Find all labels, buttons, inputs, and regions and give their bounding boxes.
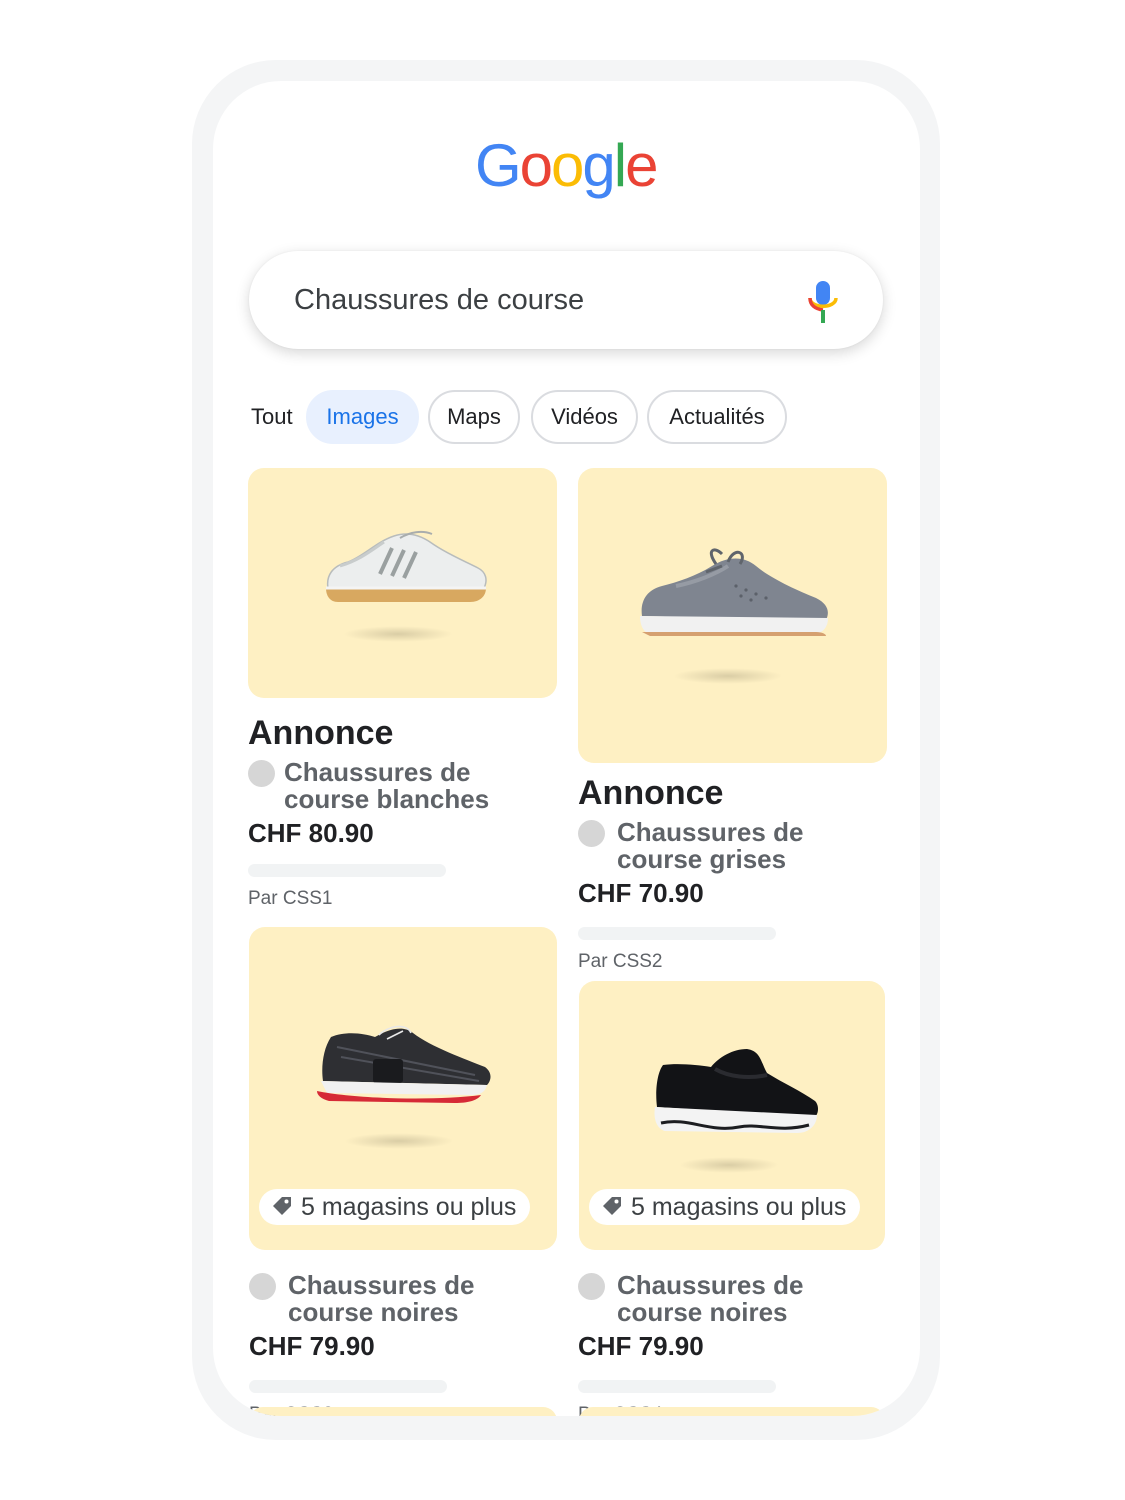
search-query[interactable]: Chaussures de course (294, 251, 584, 349)
black-slip-on-sneaker-image (654, 1049, 818, 1133)
shoe-shadow (679, 1157, 779, 1173)
placeholder-bar (249, 1380, 447, 1393)
seller-label[interactable]: Par CSS1 (248, 888, 332, 910)
product-title[interactable]: Chaussures de course noires (617, 1272, 877, 1326)
product-title-line: Chaussures de (617, 817, 804, 847)
product-title-line: Chaussures de (617, 1270, 804, 1300)
product-card-next[interactable] (249, 1407, 557, 1416)
shoe-shadow (343, 626, 453, 642)
black-red-sneaker-image (317, 1025, 491, 1103)
stores-badge-label: 5 magasins ou plus (631, 1193, 847, 1221)
ad-label: Annonce (578, 774, 724, 812)
product-title-line: course noires (617, 1297, 788, 1327)
microphone-icon[interactable] (807, 281, 839, 323)
merchant-avatar (248, 760, 275, 787)
product-title[interactable]: Chaussures de course noires (288, 1272, 548, 1326)
stores-badge: 5 magasins ou plus (259, 1189, 531, 1225)
price-tag-icon (273, 1197, 291, 1216)
product-image[interactable] (248, 468, 557, 698)
product-price: CHF 79.90 (578, 1331, 704, 1361)
stores-badge: 5 magasins ou plus (589, 1189, 861, 1225)
product-price: CHF 79.90 (249, 1331, 375, 1361)
tab-tout[interactable]: Tout (249, 390, 313, 444)
product-title-line: Chaussures de (288, 1270, 475, 1300)
merchant-avatar (249, 1273, 276, 1300)
merchant-avatar (578, 1273, 605, 1300)
tab-videos[interactable]: Vidéos (531, 390, 638, 444)
stores-badge-label: 5 magasins ou plus (301, 1193, 517, 1221)
seller-label[interactable]: Par CSS2 (578, 951, 662, 973)
product-title-line: course blanches (284, 784, 490, 814)
product-title-line: Chaussures de (284, 757, 471, 787)
shoe-shadow (344, 1133, 454, 1149)
product-title[interactable]: Chaussures de course grises (617, 819, 877, 873)
product-title[interactable]: Chaussures de course blanches (284, 759, 544, 813)
google-logo: Google (475, 132, 659, 199)
tab-images[interactable]: Images (306, 390, 419, 444)
phone-screen: Google Chaussures de course Tout Images … (213, 81, 920, 1416)
product-title-line: course grises (617, 844, 787, 874)
placeholder-bar (578, 1380, 776, 1393)
grey-sneaker-image (640, 548, 828, 636)
price-tag-icon (603, 1197, 621, 1216)
product-image[interactable]: 5 magasins ou plus (249, 927, 557, 1250)
product-image[interactable]: 5 magasins ou plus (579, 981, 885, 1250)
product-price: CHF 70.90 (578, 878, 704, 908)
product-price: CHF 80.90 (248, 818, 374, 848)
tab-maps[interactable]: Maps (428, 390, 520, 444)
product-title-line: course noires (288, 1297, 459, 1327)
placeholder-bar (248, 864, 446, 877)
product-image[interactable] (578, 468, 887, 763)
ad-label: Annonce (248, 714, 394, 752)
shoe-shadow (673, 668, 783, 684)
white-sneaker-image (326, 530, 487, 602)
search-input[interactable]: Chaussures de course (249, 251, 883, 349)
merchant-avatar (578, 820, 605, 847)
product-card-next[interactable] (579, 1407, 885, 1416)
tab-actualites[interactable]: Actualités (647, 390, 787, 444)
placeholder-bar (578, 927, 776, 940)
